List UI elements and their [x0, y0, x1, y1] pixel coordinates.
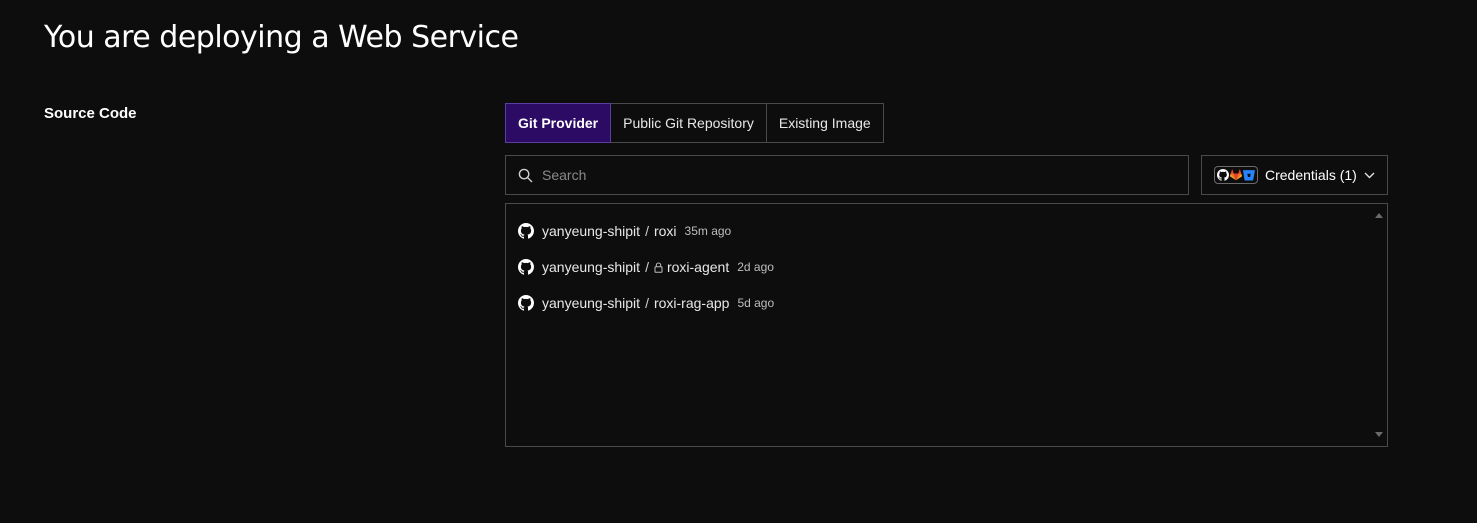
repo-updated: 35m ago [684, 224, 732, 238]
scroll-up-arrow[interactable] [1375, 213, 1383, 218]
credentials-dropdown[interactable]: Credentials (1) [1201, 155, 1388, 195]
search-input[interactable] [542, 157, 1188, 193]
tab-existing-image[interactable]: Existing Image [765, 103, 884, 143]
github-icon [518, 259, 534, 275]
source-tabs: Git Provider Public Git Repository Exist… [505, 103, 884, 143]
repo-item[interactable]: yanyeung-shipit / roxi 35m ago [518, 220, 731, 242]
repository-list[interactable]: yanyeung-shipit / roxi 35m ago yanyeung-… [505, 203, 1388, 447]
repo-updated: 2d ago [737, 260, 774, 274]
search-box [505, 155, 1189, 195]
credentials-label: Credentials (1) [1265, 167, 1357, 183]
repo-name: roxi-rag-app [653, 295, 730, 311]
lock-icon [654, 262, 663, 273]
repo-owner: yanyeung-shipit [542, 259, 641, 275]
bitbucket-icon [1243, 170, 1255, 181]
chevron-down-icon [1364, 172, 1375, 178]
source-code-label: Source Code [44, 105, 137, 122]
tab-git-provider[interactable]: Git Provider [505, 103, 612, 143]
gitlab-icon [1230, 169, 1242, 181]
provider-icons [1214, 166, 1258, 184]
scroll-down-arrow[interactable] [1375, 432, 1383, 437]
github-icon [518, 295, 534, 311]
repo-owner: yanyeung-shipit [542, 223, 641, 239]
repo-owner: yanyeung-shipit [542, 295, 641, 311]
github-icon [1217, 169, 1229, 181]
repo-separator: / [645, 295, 649, 311]
github-icon [518, 223, 534, 239]
repo-item[interactable]: yanyeung-shipit / roxi-rag-app 5d ago [518, 292, 774, 314]
repo-item[interactable]: yanyeung-shipit / roxi-agent 2d ago [518, 256, 774, 278]
repo-separator: / [645, 223, 649, 239]
deploy-page: You are deploying a Web Service Source C… [0, 0, 1477, 523]
repo-name: roxi [653, 223, 677, 239]
repo-updated: 5d ago [737, 296, 775, 310]
search-icon [518, 168, 533, 182]
page-title: You are deploying a Web Service [44, 20, 519, 55]
repo-name: roxi-agent [666, 259, 730, 275]
tab-public-git-repository[interactable]: Public Git Repository [610, 103, 767, 143]
repo-separator: / [645, 259, 649, 275]
